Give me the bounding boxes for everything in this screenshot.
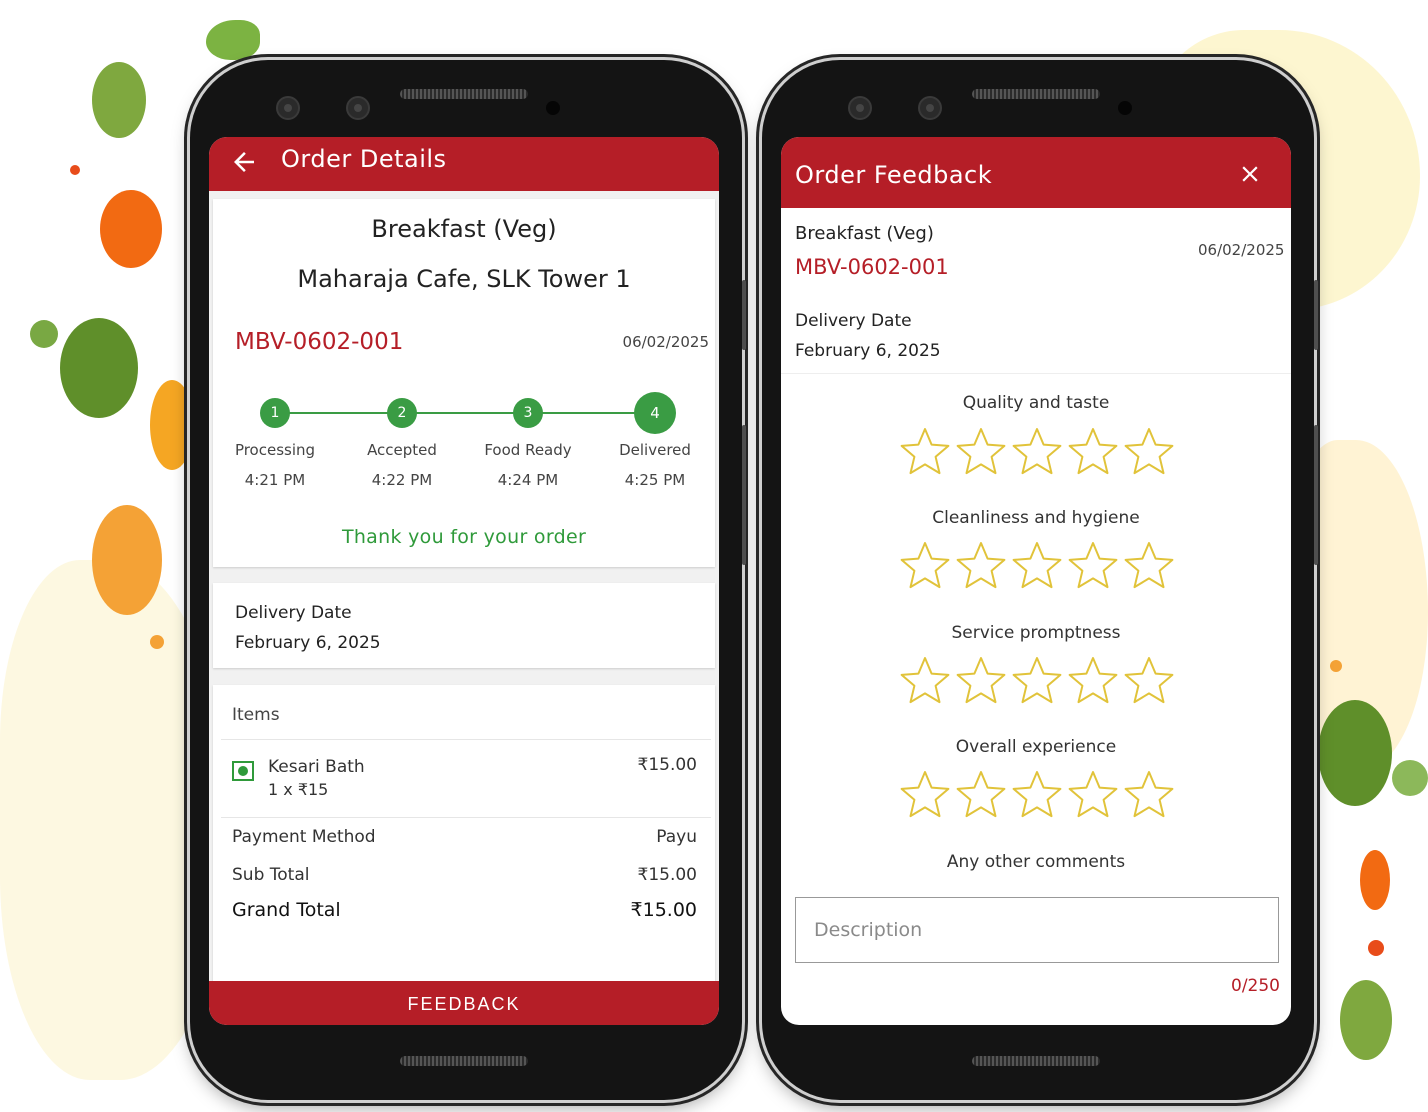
grand-total-value: ₹15.00 <box>630 899 697 921</box>
star-icon[interactable] <box>954 655 1008 705</box>
star-icon[interactable] <box>1122 655 1176 705</box>
star-rating <box>898 655 1176 705</box>
meal-name: Breakfast (Veg) <box>371 215 557 243</box>
front-camera <box>918 96 942 120</box>
step-dot-1: 1 <box>260 398 290 428</box>
step-dot-3: 3 <box>513 398 543 428</box>
delivery-date-value: February 6, 2025 <box>795 341 941 361</box>
order-id: MBV-0602-001 <box>235 329 404 355</box>
item-qty: 1 x ₹15 <box>268 780 329 799</box>
star-icon[interactable] <box>1122 769 1176 819</box>
step-label: Food Ready <box>484 441 572 459</box>
phone-left: Order Details Breakfast (Veg) Maharaja C… <box>190 60 746 1100</box>
step-time: 4:24 PM <box>497 471 559 489</box>
speaker-grille <box>400 1056 528 1066</box>
star-icon[interactable] <box>1010 655 1064 705</box>
arrow-left-icon[interactable] <box>229 147 259 177</box>
front-camera <box>276 96 300 120</box>
step-time: 4:21 PM <box>244 471 306 489</box>
star-icon[interactable] <box>1066 540 1120 590</box>
delivery-date-card: Delivery Date February 6, 2025 <box>213 583 715 668</box>
page-title: Order Feedback <box>795 161 993 189</box>
star-icon[interactable] <box>1066 426 1120 476</box>
step-label: Delivered <box>619 441 691 459</box>
description-input[interactable] <box>795 897 1279 963</box>
front-camera <box>848 96 872 120</box>
order-id: MBV-0602-001 <box>795 255 949 279</box>
veg-indicator-icon <box>232 761 254 781</box>
delivery-date-label: Delivery Date <box>235 603 352 623</box>
divider <box>221 739 711 740</box>
order-feedback-screen: Order Feedback Breakfast (Veg) 06/02/202… <box>781 137 1291 1025</box>
star-icon[interactable] <box>1066 769 1120 819</box>
star-icon[interactable] <box>1010 426 1064 476</box>
rating-question-label: Cleanliness and hygiene <box>932 508 1140 528</box>
page-title: Order Details <box>281 145 447 173</box>
meal-name: Breakfast (Veg) <box>795 223 934 244</box>
speaker-grille <box>972 1056 1100 1066</box>
items-header: Items <box>232 705 280 725</box>
items-card: Items Kesari Bath 1 x ₹15 ₹15.00 Payment… <box>213 685 715 1001</box>
order-summary-card: Breakfast (Veg) Maharaja Cafe, SLK Tower… <box>213 199 715 567</box>
rating-question-label: Overall experience <box>955 737 1117 757</box>
payment-method-value: Payu <box>656 827 697 847</box>
divider <box>781 373 1291 374</box>
star-icon[interactable] <box>1122 540 1176 590</box>
rating-question-label: Service promptness <box>951 623 1121 643</box>
payment-method-label: Payment Method <box>232 827 376 847</box>
star-rating <box>898 769 1176 819</box>
step-time: 4:22 PM <box>371 471 433 489</box>
app-bar: Order Feedback <box>781 137 1291 208</box>
star-icon[interactable] <box>1010 540 1064 590</box>
star-icon[interactable] <box>898 426 952 476</box>
star-icon[interactable] <box>898 769 952 819</box>
star-icon[interactable] <box>898 540 952 590</box>
feedback-button[interactable]: FEEDBACK <box>209 981 719 1025</box>
step-dot-2: 2 <box>387 398 417 428</box>
phone-right: Order Feedback Breakfast (Veg) 06/02/202… <box>762 60 1318 1100</box>
grand-total-label: Grand Total <box>232 899 341 921</box>
thank-you-message: Thank you for your order <box>341 526 587 548</box>
rating-question-label: Quality and taste <box>962 393 1110 413</box>
order-date: 06/02/2025 <box>1198 241 1285 259</box>
star-icon[interactable] <box>1066 655 1120 705</box>
star-icon[interactable] <box>954 426 1008 476</box>
proximity-sensor <box>546 101 560 115</box>
comments-label: Any other comments <box>946 852 1126 872</box>
star-icon[interactable] <box>898 655 952 705</box>
close-icon[interactable] <box>1237 161 1263 187</box>
front-camera <box>346 96 370 120</box>
item-price: ₹15.00 <box>637 755 697 775</box>
star-icon[interactable] <box>954 540 1008 590</box>
app-bar: Order Details <box>209 137 719 191</box>
star-icon[interactable] <box>1122 426 1176 476</box>
step-dot-4-current: 4 <box>634 392 676 434</box>
speaker-grille <box>400 89 528 99</box>
divider <box>221 817 711 818</box>
star-rating <box>898 426 1176 476</box>
proximity-sensor <box>1118 101 1132 115</box>
order-date: 06/02/2025 <box>622 333 709 351</box>
progress-line <box>276 412 656 414</box>
speaker-grille <box>972 89 1100 99</box>
star-rating <box>898 540 1176 590</box>
step-label: Accepted <box>367 441 437 459</box>
delivery-date-label: Delivery Date <box>795 311 912 331</box>
sub-total-label: Sub Total <box>232 865 310 885</box>
item-name: Kesari Bath <box>268 757 365 777</box>
step-time: 4:25 PM <box>624 471 686 489</box>
delivery-date-value: February 6, 2025 <box>235 633 381 653</box>
star-icon[interactable] <box>954 769 1008 819</box>
cafe-name: Maharaja Cafe, SLK Tower 1 <box>297 265 631 293</box>
sub-total-value: ₹15.00 <box>637 865 697 885</box>
step-label: Processing <box>234 441 316 459</box>
star-icon[interactable] <box>1010 769 1064 819</box>
char-counter: 0/250 <box>1231 976 1280 996</box>
order-details-screen: Order Details Breakfast (Veg) Maharaja C… <box>209 137 719 1025</box>
